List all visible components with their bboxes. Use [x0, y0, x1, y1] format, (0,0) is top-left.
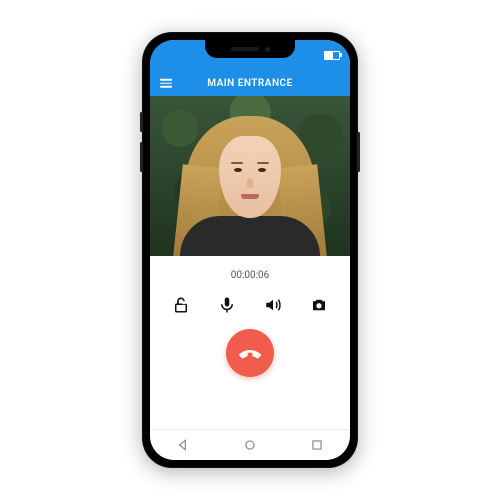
app-header: MAIN ENTRANCE: [150, 70, 350, 96]
unlock-icon[interactable]: [171, 295, 191, 315]
home-icon[interactable]: [241, 436, 259, 454]
phone-frame: MAIN ENTRANCE 00:00:06: [142, 32, 358, 468]
call-timer: 00:00:06: [231, 270, 270, 281]
microphone-icon[interactable]: [217, 295, 237, 315]
camera-icon[interactable]: [309, 295, 329, 315]
recent-icon[interactable]: [308, 436, 326, 454]
caller-portrait: [175, 106, 325, 256]
speaker-icon[interactable]: [263, 295, 283, 315]
control-row: [171, 295, 329, 315]
call-controls: 00:00:06: [150, 256, 350, 429]
android-nav-bar: [150, 429, 350, 460]
menu-icon[interactable]: [160, 79, 172, 88]
header-title: MAIN ENTRANCE: [207, 78, 292, 89]
phone-side-button: [357, 132, 360, 172]
screen: MAIN ENTRANCE 00:00:06: [150, 40, 350, 460]
phone-side-button: [140, 142, 143, 172]
back-icon[interactable]: [174, 436, 192, 454]
battery-icon: [324, 51, 340, 60]
hangup-icon: [237, 340, 263, 366]
hangup-button[interactable]: [226, 329, 274, 377]
notch: [205, 40, 295, 58]
video-feed[interactable]: [150, 96, 350, 256]
phone-side-button: [140, 112, 143, 132]
